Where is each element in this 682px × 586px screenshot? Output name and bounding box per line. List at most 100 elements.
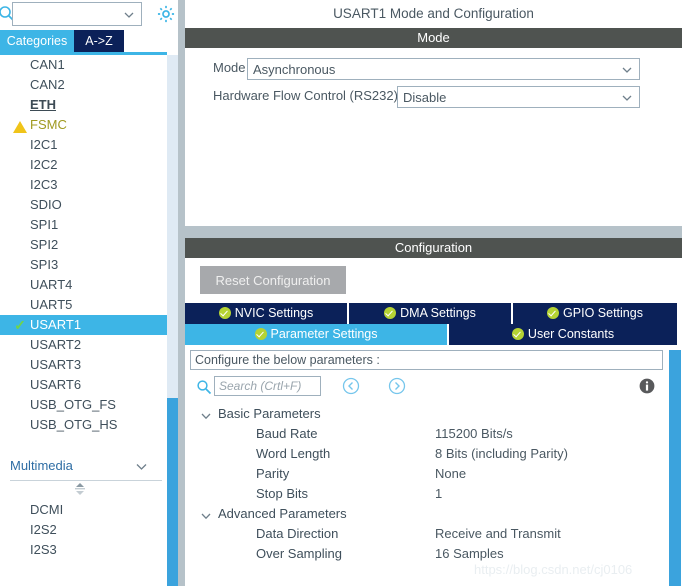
tab-nvic-settings[interactable]: NVIC Settings xyxy=(185,303,349,324)
peripheral-item-can1[interactable]: CAN1 xyxy=(0,55,167,75)
peripheral-item-mark-none xyxy=(12,335,28,355)
peripheral-item-i2c2[interactable]: I2C2 xyxy=(0,155,167,175)
tab-gpio-settings-label: GPIO Settings xyxy=(563,306,643,320)
tab-dma-settings-label: DMA Settings xyxy=(400,306,476,320)
parameter-group-label: Advanced Parameters xyxy=(218,506,347,521)
tab-gpio-settings[interactable]: GPIO Settings xyxy=(513,303,677,324)
left-scrollbar-thumb[interactable] xyxy=(167,398,178,586)
peripheral-item-i2c3[interactable]: I2C3 xyxy=(0,175,167,195)
peripheral-item-label: SPI3 xyxy=(30,257,59,272)
peripheral-item-usart2[interactable]: USART2 xyxy=(0,335,167,355)
chevron-right-circle-icon[interactable] xyxy=(388,377,406,395)
parameter-toolbar xyxy=(190,374,663,402)
search-input[interactable] xyxy=(214,376,321,396)
parameter-value: 8 Bits (including Parity) xyxy=(435,446,568,461)
peripheral-item-can2[interactable]: CAN2 xyxy=(0,75,167,95)
peripheral-item-label: USART6 xyxy=(30,377,82,392)
chevron-left-circle-icon[interactable] xyxy=(342,377,360,395)
multimedia-group-header[interactable]: Multimedia xyxy=(10,456,162,481)
hardware-flow-control-label: Hardware Flow Control (RS232) xyxy=(213,88,398,103)
peripheral-item-eth[interactable]: ETH xyxy=(0,95,167,115)
peripheral-item-usart1[interactable]: ✓ USART1 xyxy=(0,315,167,335)
section-divider xyxy=(185,226,682,238)
check-circle-icon xyxy=(384,307,397,319)
peripheral-item-mark-none xyxy=(12,55,28,75)
multimedia-item-i2s2[interactable]: I2S2 xyxy=(0,520,167,540)
multimedia-item-i2s3[interactable]: I2S3 xyxy=(0,540,167,560)
page-title: USART1 Mode and Configuration xyxy=(333,6,534,21)
parameter-value: 16 Samples xyxy=(435,546,504,561)
peripheral-item-mark-none xyxy=(12,275,28,295)
info-icon[interactable] xyxy=(638,377,656,395)
peripheral-item-spi3[interactable]: SPI3 xyxy=(0,255,167,275)
parameter-row[interactable]: Parity None xyxy=(190,464,663,484)
category-tabs: Categories A->Z xyxy=(0,30,178,55)
mode-section-body: Mode Asynchronous Hardware Flow Control … xyxy=(185,48,682,226)
multimedia-item-dcmi[interactable]: DCMI xyxy=(0,500,167,520)
peripheral-item-usb_otg_fs[interactable]: USB_OTG_FS xyxy=(0,395,167,415)
peripheral-item-label: CAN1 xyxy=(30,57,65,72)
tab-user-constants[interactable]: User Constants xyxy=(449,324,677,345)
chevron-down-icon xyxy=(621,92,633,104)
peripheral-item-usb_otg_hs[interactable]: USB_OTG_HS xyxy=(0,415,167,435)
scroll-up-down-icon[interactable] xyxy=(72,482,88,496)
tab-nvic-settings-label: NVIC Settings xyxy=(234,306,314,320)
parameter-name: Stop Bits xyxy=(256,486,309,501)
parameter-row[interactable]: Over Sampling 16 Samples xyxy=(190,544,663,564)
multimedia-item-label: I2S3 xyxy=(30,542,57,557)
peripheral-item-label: FSMC xyxy=(30,117,67,132)
peripheral-item-label: UART5 xyxy=(30,297,73,312)
parameter-tree[interactable]: Basic Parameters Baud Rate 115200 Bits/s Wo… xyxy=(190,404,663,564)
peripheral-item-label: USART2 xyxy=(30,337,82,352)
peripheral-item-sdio[interactable]: SDIO xyxy=(0,195,167,215)
configuration-section-body: Reset Configuration NVIC Settings DMA Se… xyxy=(185,258,682,586)
check-icon: ✓ xyxy=(14,317,26,333)
tab-categories[interactable]: Categories xyxy=(0,30,74,52)
configuration-tabs-row-2: Parameter Settings User Constants xyxy=(185,324,677,345)
peripheral-item-i2c1[interactable]: I2C1 xyxy=(0,135,167,155)
multimedia-item-list[interactable]: DCMI I2S2 I2S3 xyxy=(0,500,167,560)
gear-icon[interactable] xyxy=(155,3,177,25)
reset-configuration-button[interactable]: Reset Configuration xyxy=(200,266,346,294)
parameter-row[interactable]: Baud Rate 115200 Bits/s xyxy=(190,424,663,444)
parameter-value: 1 xyxy=(435,486,443,501)
configure-hint-box: Configure the below parameters : xyxy=(190,350,663,370)
parameter-row[interactable]: Word Length 8 Bits (including Parity) xyxy=(190,444,663,464)
peripheral-list[interactable]: CAN1 CAN2 ETH FSMC I2C1 I2C2 I2C3 SDIO SPI1 SPI2 S… xyxy=(0,55,167,443)
peripheral-item-mark-none xyxy=(12,295,28,315)
hardware-flow-control-select[interactable]: Disable xyxy=(397,86,640,108)
check-circle-icon xyxy=(547,307,560,319)
peripheral-item-usart6[interactable]: USART6 xyxy=(0,375,167,395)
peripheral-item-label: USB_OTG_HS xyxy=(30,417,118,432)
parameter-value: 115200 Bits/s xyxy=(435,426,513,441)
warning-triangle-icon xyxy=(12,115,28,135)
parameter-group-advanced-parameters[interactable]: Advanced Parameters xyxy=(190,504,663,524)
peripheral-item-spi2[interactable]: SPI2 xyxy=(0,235,167,255)
peripheral-item-spi1[interactable]: SPI1 xyxy=(0,215,167,235)
parameter-row[interactable]: Stop Bits 1 xyxy=(190,484,663,504)
component-search-row xyxy=(0,0,178,28)
chevron-down-icon xyxy=(200,508,212,520)
parameter-scrollbar-thumb[interactable] xyxy=(669,350,681,586)
hardware-flow-control-value: Disable xyxy=(403,90,447,105)
peripheral-item-label: ETH xyxy=(30,97,56,112)
peripheral-item-mark-none xyxy=(12,395,28,415)
mode-select[interactable]: Asynchronous xyxy=(247,58,640,80)
component-search-combo[interactable] xyxy=(12,2,142,26)
parameter-group-basic-parameters[interactable]: Basic Parameters xyxy=(190,404,663,424)
tab-a-to-z[interactable]: A->Z xyxy=(74,30,124,52)
peripheral-item-uart5[interactable]: UART5 xyxy=(0,295,167,315)
multimedia-section: Multimedia DCMI I2S2 I2S3 xyxy=(0,452,167,586)
parameter-value: None xyxy=(435,466,467,481)
peripheral-item-label: USART1 xyxy=(30,317,82,332)
multimedia-item-label: DCMI xyxy=(30,502,64,517)
parameter-name: Baud Rate xyxy=(256,426,318,441)
mode-section-header: Mode xyxy=(185,28,682,48)
tab-parameter-settings[interactable]: Parameter Settings xyxy=(185,324,449,345)
tab-dma-settings[interactable]: DMA Settings xyxy=(349,303,513,324)
peripheral-item-usart3[interactable]: USART3 xyxy=(0,355,167,375)
parameter-row[interactable]: Data Direction Receive and Transmit xyxy=(190,524,663,544)
peripheral-item-fsmc[interactable]: FSMC xyxy=(0,115,167,135)
peripheral-item-uart4[interactable]: UART4 xyxy=(0,275,167,295)
parameter-name: Data Direction xyxy=(256,526,339,541)
